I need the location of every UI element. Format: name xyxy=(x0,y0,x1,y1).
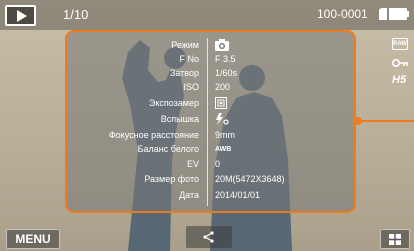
thumbnail-view-button[interactable] xyxy=(380,229,410,249)
h5-icon: H5 xyxy=(392,74,406,86)
info-label: Режим xyxy=(171,40,199,50)
info-row-metering: Экспозамер xyxy=(67,97,354,110)
photo-info-panel: Режим F No F 3.5 Затвор 1/60s ISO 200 Эк… xyxy=(65,30,356,213)
flash-off-icon xyxy=(216,113,229,125)
info-value: F 3.5 xyxy=(215,54,236,64)
info-row-date: Дата 2014/01/01 xyxy=(67,189,354,202)
info-row-flash: Вспышка xyxy=(67,113,354,126)
callout-line xyxy=(356,120,414,122)
share-button[interactable] xyxy=(186,226,232,248)
camera-mode-icon xyxy=(215,39,229,51)
battery-icon xyxy=(389,8,409,20)
info-label: Размер фото xyxy=(144,174,199,184)
share-icon xyxy=(203,231,214,243)
info-label: Вспышка xyxy=(160,114,199,124)
info-label: Фокусное расстояние xyxy=(108,130,199,140)
info-row-ev: EV 0 xyxy=(67,158,354,171)
menu-button[interactable]: MENU xyxy=(6,229,60,249)
info-row-white-balance: Баланс белого AWB xyxy=(67,143,354,156)
file-number: 100-0001 xyxy=(317,7,368,21)
info-row-image-size: Размер фото 20M(5472X3648) xyxy=(67,173,354,186)
raw-icon-text: RAW xyxy=(393,41,407,47)
info-label: EV xyxy=(186,159,199,169)
info-value: 200 xyxy=(215,82,231,92)
h5-icon-text: H5 xyxy=(392,74,407,86)
info-value: 9mm xyxy=(215,130,235,140)
info-row-shutter: Затвор 1/60s xyxy=(67,67,354,80)
info-row-focal-length: Фокусное расстояние 9mm xyxy=(67,129,354,142)
info-row-iso: ISO 200 xyxy=(67,81,354,94)
info-value: AWB xyxy=(215,146,232,153)
thumbnail-grid-icon xyxy=(389,234,401,245)
metering-icon xyxy=(215,97,227,109)
callout-dot xyxy=(354,117,362,125)
info-label: Дата xyxy=(179,190,199,200)
info-value: 1/60s xyxy=(215,68,238,78)
protect-key-icon xyxy=(392,59,408,67)
info-row-fno: F No F 3.5 xyxy=(67,53,354,66)
image-counter: 1/10 xyxy=(63,7,89,22)
info-label: Экспозамер xyxy=(148,98,199,108)
raw-icon: RAW xyxy=(392,38,408,50)
playback-button[interactable] xyxy=(5,5,36,26)
play-icon xyxy=(17,10,27,22)
info-label: ISO xyxy=(183,82,199,92)
memory-card-icon xyxy=(379,8,387,20)
info-label: F No xyxy=(179,54,199,64)
info-value: 2014/01/01 xyxy=(215,190,261,200)
status-bar: 1/10 100-0001 xyxy=(0,0,414,30)
info-label: Баланс белого xyxy=(137,144,199,154)
info-value: 0 xyxy=(215,159,221,169)
info-label: Затвор xyxy=(169,68,199,78)
info-row-mode: Режим xyxy=(67,39,354,52)
info-value: 20M(5472X3648) xyxy=(215,174,285,184)
